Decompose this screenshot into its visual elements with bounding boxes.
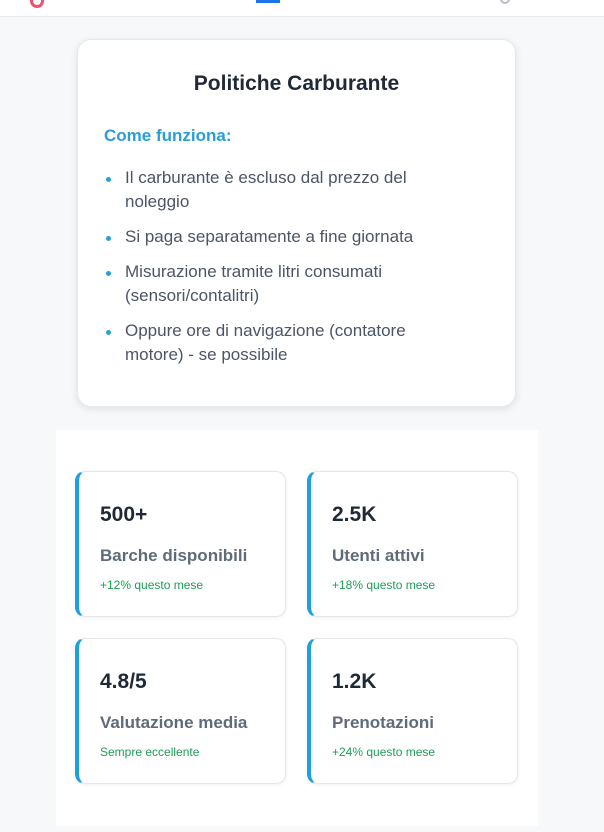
fuel-policy-item: Si paga separatamente a fine giornata: [104, 225, 434, 249]
search-icon[interactable]: [500, 0, 510, 4]
stat-card-rating: 4.8/5 Valutazione media Sempre eccellent…: [75, 638, 286, 784]
fuel-policy-item: Misurazione tramite litri consumati (sen…: [104, 260, 434, 308]
stat-trend: Sempre eccellente: [100, 745, 200, 759]
stat-label: Barche disponibili: [100, 546, 248, 565]
stat-label: Valutazione media: [100, 713, 248, 732]
stat-card-users: 2.5K Utenti attivi +18% questo mese: [307, 471, 518, 617]
stat-card-bookings: 1.2K Prenotazioni +24% questo mese: [307, 638, 518, 784]
stat-value: 500+: [100, 503, 148, 526]
stats-panel: 500+ Barche disponibili +12% questo mese…: [56, 430, 538, 826]
brand-logo-icon[interactable]: [30, 0, 44, 8]
fuel-policy-item: Oppure ore di navigazione (contatore mot…: [104, 319, 434, 367]
active-tab-indicator: [256, 0, 280, 3]
stat-value: 2.5K: [332, 503, 377, 526]
top-navigation-bar: [0, 0, 604, 17]
fuel-policy-list: Il carburante è escluso dal prezzo del n…: [104, 166, 434, 378]
stat-value: 1.2K: [332, 670, 377, 693]
stat-trend: +24% questo mese: [332, 745, 436, 759]
stat-label: Prenotazioni: [332, 713, 435, 732]
fuel-policy-item: Il carburante è escluso dal prezzo del n…: [104, 166, 434, 214]
stat-trend: +12% questo mese: [100, 578, 204, 592]
fuel-policy-card: Politiche Carburante Come funziona: Il c…: [77, 39, 516, 407]
stat-card-boats: 500+ Barche disponibili +12% questo mese: [75, 471, 286, 617]
stat-label: Utenti attivi: [332, 546, 425, 565]
stat-trend: +18% questo mese: [332, 578, 436, 592]
how-it-works-heading: Come funziona:: [104, 126, 232, 145]
stat-value: 4.8/5: [100, 670, 147, 693]
fuel-policy-title: Politiche Carburante: [193, 72, 400, 95]
